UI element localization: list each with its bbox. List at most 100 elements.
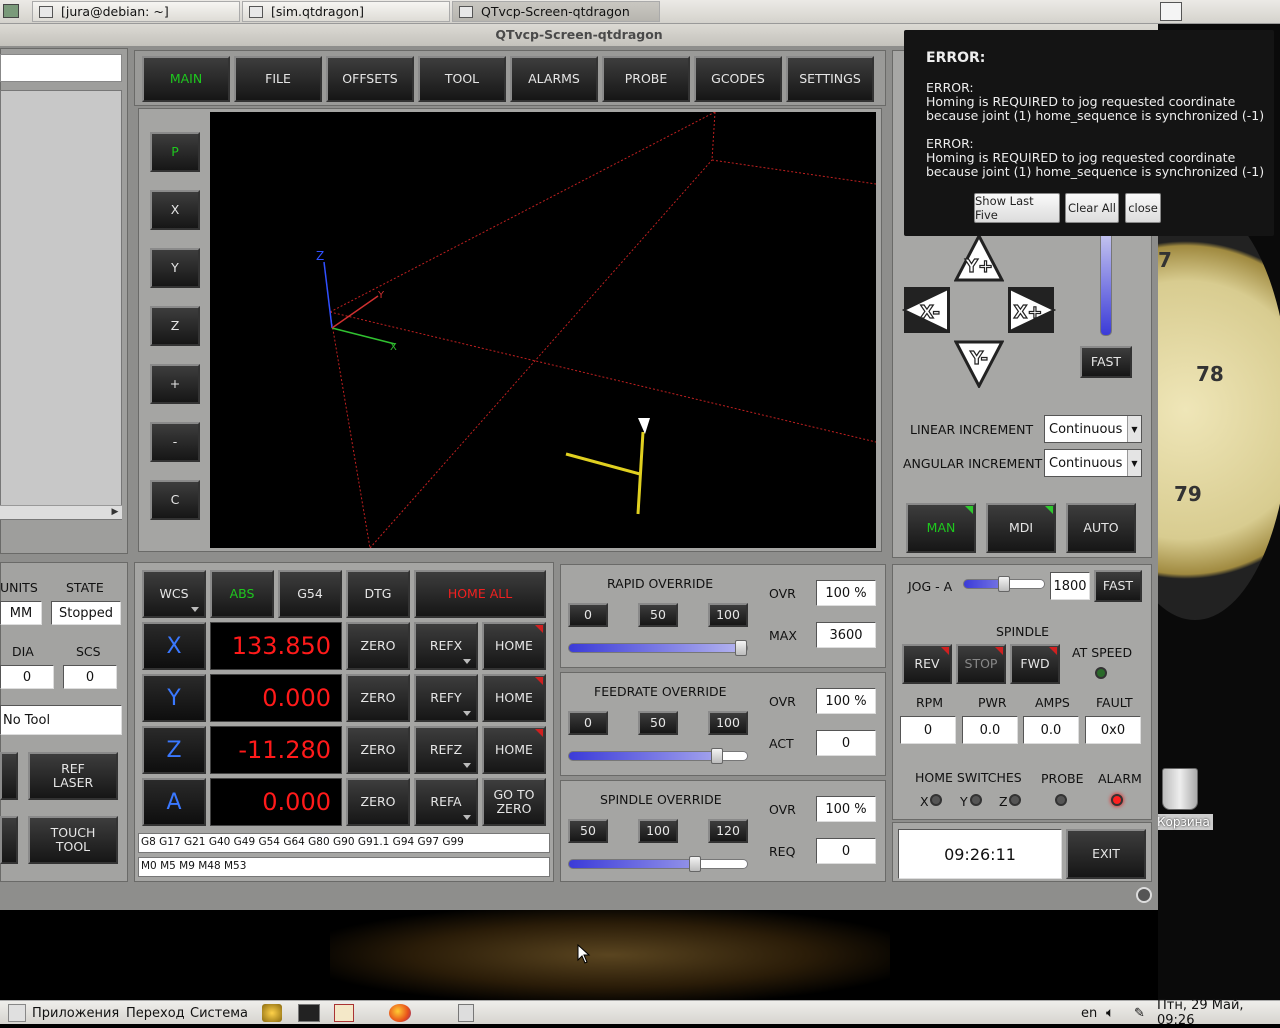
slider-handle[interactable] (710, 748, 723, 764)
places-menu[interactable]: Переход (126, 1004, 185, 1022)
slider-handle[interactable] (998, 576, 1010, 592)
view-z-button[interactable]: Z (150, 306, 200, 346)
scroll-right-icon[interactable]: ▶ (108, 505, 122, 519)
file-path-field[interactable] (0, 54, 122, 82)
tab-settings[interactable]: SETTINGS (786, 56, 874, 102)
axis-x-button[interactable]: X (142, 622, 206, 670)
view-p-button[interactable]: P (150, 132, 200, 172)
abs-button[interactable]: ABS (210, 570, 274, 618)
wcs-button[interactable]: WCS (142, 570, 206, 618)
angular-increment-select[interactable]: Continuous ▼ (1044, 449, 1142, 477)
touch-tool-button[interactable]: TOUCH TOOL (28, 816, 118, 864)
datetime[interactable]: Птн, 29 Май, 09:26 (1157, 998, 1280, 1028)
system-menu[interactable]: Система (190, 1004, 248, 1022)
jog-y-minus-button[interactable]: Y- (954, 340, 1004, 388)
feed-50-button[interactable]: 50 (638, 711, 678, 735)
left-cut-button[interactable] (0, 752, 18, 800)
zoom-out-button[interactable]: - (150, 422, 200, 462)
jog-a-value[interactable]: 1800 (1050, 572, 1090, 600)
linuxcnc-launcher-icon[interactable] (262, 1004, 282, 1022)
network-icon[interactable]: ✎ (1134, 1004, 1152, 1022)
axis-z-button[interactable]: Z (142, 726, 206, 774)
ref-y-button[interactable]: REFY (414, 674, 478, 722)
tab-tool[interactable]: TOOL (418, 56, 506, 102)
dtg-button[interactable]: DTG (346, 570, 410, 618)
mode-mdi-button[interactable]: MDI (986, 503, 1056, 553)
left-cut-button-2[interactable] (0, 816, 18, 864)
jog-rate-slider[interactable] (1100, 230, 1112, 336)
home-all-button[interactable]: HOME ALL (414, 570, 546, 618)
resize-grip-icon[interactable] (1136, 887, 1152, 903)
ref-x-button[interactable]: REFX (414, 622, 478, 670)
jog-fast-button[interactable]: FAST (1080, 346, 1132, 378)
show-last-five-button[interactable]: Show Last Five (974, 193, 1060, 223)
tab-gcodes[interactable]: GCODES (694, 56, 782, 102)
taskbar-tab-terminal[interactable]: [jura@debian: ~] (32, 1, 240, 22)
spindle-100-button[interactable]: 100 (638, 819, 678, 843)
zero-y-button[interactable]: ZERO (346, 674, 410, 722)
tab-main[interactable]: MAIN (142, 56, 230, 102)
home-y-button[interactable]: HOME (482, 674, 546, 722)
text-editor-launcher-icon[interactable] (334, 1004, 354, 1022)
spindle-120-button[interactable]: 120 (708, 819, 748, 843)
rapid-100-button[interactable]: 100 (708, 603, 748, 627)
tab-file[interactable]: FILE (234, 56, 322, 102)
clear-button[interactable]: C (150, 480, 200, 520)
spindle-fwd-button[interactable]: FWD (1010, 644, 1060, 684)
ref-laser-button[interactable]: REF LASER (28, 752, 118, 800)
taskbar-tab-sim[interactable]: [sim.qtdragon] (242, 1, 450, 22)
zero-x-button[interactable]: ZERO (346, 622, 410, 670)
rapid-override-slider[interactable] (568, 640, 748, 656)
go-to-zero-a-button[interactable]: GO TO ZERO (482, 778, 546, 826)
gcode-preview[interactable]: Z Y X (210, 112, 876, 548)
exit-button[interactable]: EXIT (1066, 829, 1146, 879)
ref-z-button[interactable]: REFZ (414, 726, 478, 774)
trash-applet-icon[interactable] (458, 1004, 474, 1022)
mode-man-button[interactable]: MAN (906, 503, 976, 553)
jog-a-slider[interactable] (963, 576, 1045, 592)
g54-button[interactable]: G54 (278, 570, 342, 618)
view-y-button[interactable]: Y (150, 248, 200, 288)
home-z-button[interactable]: HOME (482, 726, 546, 774)
file-list[interactable] (0, 90, 122, 520)
feed-100-button[interactable]: 100 (708, 711, 748, 735)
jog-a-fast-button[interactable]: FAST (1094, 570, 1142, 602)
axis-y-button[interactable]: Y (142, 674, 206, 722)
trash-icon[interactable] (1162, 768, 1198, 810)
jog-x-minus-button[interactable]: X- (902, 285, 952, 335)
view-x-button[interactable]: X (150, 190, 200, 230)
rapid-50-button[interactable]: 50 (638, 603, 678, 627)
spindle-stop-button[interactable]: STOP (956, 644, 1006, 684)
tab-offsets[interactable]: OFFSETS (326, 56, 414, 102)
trash-label[interactable]: Корзина (1154, 814, 1213, 830)
zero-z-button[interactable]: ZERO (346, 726, 410, 774)
linear-increment-select[interactable]: Continuous ▼ (1044, 415, 1142, 443)
tab-alarms[interactable]: ALARMS (510, 56, 598, 102)
terminal-launcher-icon[interactable] (298, 1004, 320, 1022)
close-notification-button[interactable]: close (1125, 193, 1161, 223)
jog-x-plus-button[interactable]: X+ (1006, 285, 1056, 335)
zoom-in-button[interactable]: + (150, 364, 200, 404)
tab-probe[interactable]: PROBE (602, 56, 690, 102)
show-desktop-icon[interactable] (3, 4, 19, 18)
volume-icon[interactable]: 🔈︎ (1106, 1004, 1126, 1022)
home-x-button[interactable]: HOME (482, 622, 546, 670)
feed-override-slider[interactable] (568, 748, 748, 764)
clear-all-button[interactable]: Clear All (1065, 193, 1119, 223)
jog-y-plus-button[interactable]: Y+ (954, 234, 1004, 282)
mode-auto-button[interactable]: AUTO (1066, 503, 1136, 553)
ref-a-button[interactable]: REFA (414, 778, 478, 826)
apps-icon[interactable] (8, 1004, 26, 1022)
firefox-launcher-icon[interactable] (389, 1004, 411, 1022)
feed-0-button[interactable]: 0 (568, 711, 608, 735)
slider-handle[interactable] (735, 640, 747, 656)
applications-menu[interactable]: Приложения (32, 1004, 119, 1022)
slider-handle[interactable] (689, 856, 702, 872)
keyboard-layout[interactable]: en (1081, 1004, 1097, 1022)
rapid-0-button[interactable]: 0 (568, 603, 608, 627)
axis-a-button[interactable]: A (142, 778, 206, 826)
workspace-switcher-icon[interactable] (1160, 2, 1182, 21)
spindle-50-button[interactable]: 50 (568, 819, 608, 843)
taskbar-tab-qtvcp[interactable]: QTvcp-Screen-qtdragon (452, 1, 660, 22)
spindle-rev-button[interactable]: REV (902, 644, 952, 684)
